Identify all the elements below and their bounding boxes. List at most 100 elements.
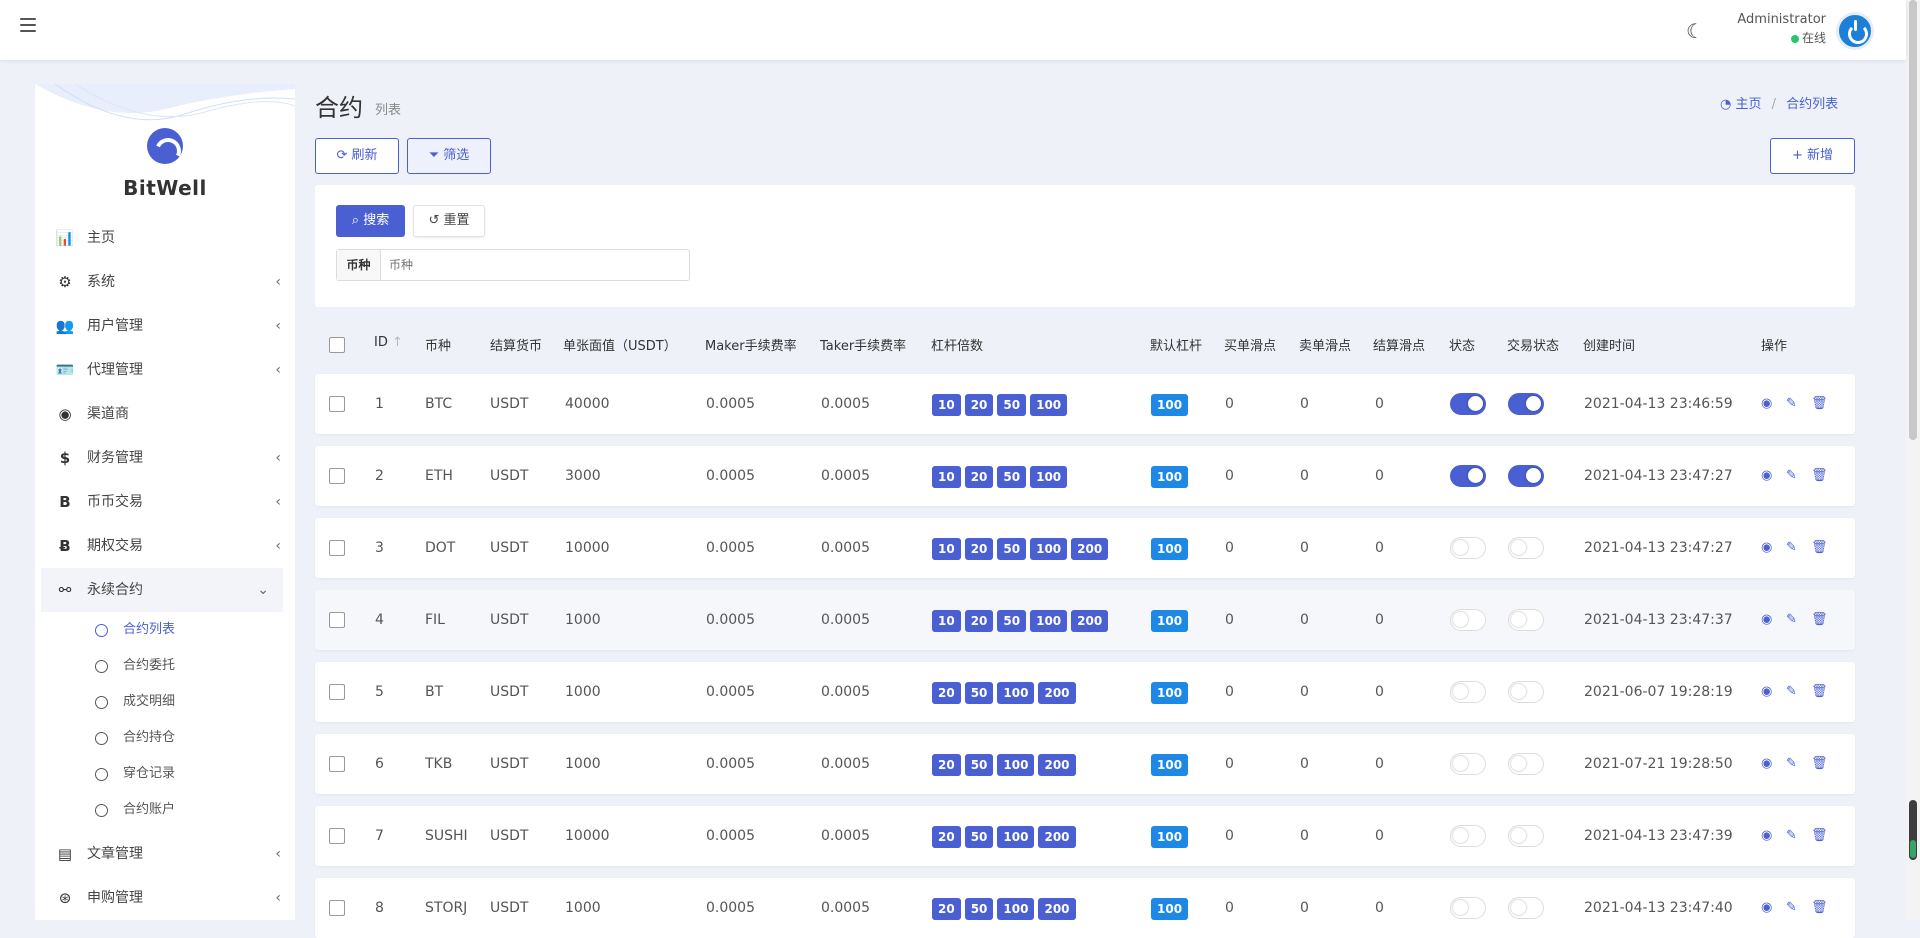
sidebar-subitem-5[interactable]: 合约账户 — [35, 792, 295, 828]
edit-icon[interactable]: ✎ — [1786, 374, 1797, 434]
cell-settle: USDT — [490, 396, 529, 412]
sidebar-item-6[interactable]: B 币币交易 ‹ — [35, 480, 295, 524]
edit-icon[interactable]: ✎ — [1786, 878, 1797, 938]
chevron-left-icon: ‹ — [275, 846, 281, 862]
status-toggle[interactable] — [1450, 825, 1486, 847]
sidebar-item-8[interactable]: ⚯ 永续合约 ⌄ — [41, 568, 283, 612]
trade-status-toggle[interactable] — [1508, 681, 1544, 703]
cell-face: 40000 — [565, 396, 610, 412]
delete-icon[interactable]: 🗑 — [1811, 374, 1828, 434]
user-info[interactable]: Administrator 在线 — [1736, 12, 1826, 46]
sidebar-subitem-2[interactable]: 成交明细 — [35, 684, 295, 720]
status-toggle[interactable] — [1450, 465, 1486, 487]
delete-icon[interactable]: 🗑 — [1811, 446, 1828, 506]
trade-status-toggle[interactable] — [1508, 609, 1544, 631]
sidebar-subitem-0[interactable]: 合约列表 — [35, 612, 295, 648]
sidebar-subitem-1[interactable]: 合约委托 — [35, 648, 295, 684]
sidebar-item-7[interactable]: Ƀ 期权交易 ‹ — [35, 524, 295, 568]
sidebar-item-0[interactable]: 📊 主页 — [35, 216, 295, 260]
sidebar-item-2[interactable]: 👥 用户管理 ‹ — [35, 304, 295, 348]
trade-status-toggle[interactable] — [1508, 393, 1544, 415]
view-icon[interactable]: ◉ — [1761, 734, 1772, 794]
dark-mode-icon[interactable]: ☾ — [1686, 20, 1708, 42]
edit-icon[interactable]: ✎ — [1786, 590, 1797, 650]
delete-icon[interactable]: 🗑 — [1811, 734, 1828, 794]
sidebar-subitem-4[interactable]: 穿仓记录 — [35, 756, 295, 792]
trade-status-toggle[interactable] — [1508, 825, 1544, 847]
cell-maker: 0.0005 — [706, 828, 755, 844]
sidebar-item-1[interactable]: ⚙ 系统 ‹ — [35, 260, 295, 304]
filter-button[interactable]: ⏷ 筛选 — [407, 138, 491, 174]
table-row[interactable]: 7 SUSHI USDT 10000 0.0005 0.0005 0 0 0 2021-04-13… — [315, 806, 1855, 866]
circle-icon — [95, 624, 108, 637]
trade-status-toggle[interactable] — [1508, 897, 1544, 919]
view-icon[interactable]: ◉ — [1761, 662, 1772, 722]
select-all-checkbox[interactable] — [329, 337, 345, 353]
trade-status-toggle[interactable] — [1508, 537, 1544, 559]
sidebar-item-3[interactable]: 🪪 代理管理 ‹ — [35, 348, 295, 392]
row-checkbox[interactable] — [329, 900, 345, 916]
cell-maker: 0.0005 — [706, 684, 755, 700]
table-row[interactable]: 6 TKB USDT 1000 0.0005 0.0005 0 0 0 2021-07-21 19… — [315, 734, 1855, 794]
sidebar-item-after-0[interactable]: ▤ 文章管理 ‹ — [35, 832, 295, 876]
cell-face: 1000 — [565, 684, 601, 700]
refresh-button[interactable]: ⟳ 刷新 — [315, 138, 399, 174]
status-toggle[interactable] — [1450, 897, 1486, 919]
view-icon[interactable]: ◉ — [1761, 446, 1772, 506]
view-icon[interactable]: ◉ — [1761, 878, 1772, 938]
avatar[interactable] — [1836, 12, 1874, 50]
cell-settle_slip: 0 — [1375, 828, 1384, 844]
row-checkbox[interactable] — [329, 828, 345, 844]
view-icon[interactable]: ◉ — [1761, 518, 1772, 578]
edit-icon[interactable]: ✎ — [1786, 446, 1797, 506]
sidebar-subitem-3[interactable]: 合约持仓 — [35, 720, 295, 756]
edit-icon[interactable]: ✎ — [1786, 734, 1797, 794]
add-button[interactable]: + 新增 — [1770, 138, 1855, 174]
page-scrollbar[interactable] — [1906, 0, 1920, 920]
table-row[interactable]: 8 STORJ USDT 1000 0.0005 0.0005 0 0 0 2021-04-13 … — [315, 878, 1855, 938]
table-row[interactable]: 4 FIL USDT 1000 0.0005 0.0005 0 0 0 2021-04-13 23… — [315, 590, 1855, 650]
cell-symbol: BTC — [425, 396, 453, 412]
trade-status-toggle[interactable] — [1508, 465, 1544, 487]
view-icon[interactable]: ◉ — [1761, 590, 1772, 650]
row-checkbox[interactable] — [329, 540, 345, 556]
edit-icon[interactable]: ✎ — [1786, 806, 1797, 866]
delete-icon[interactable]: 🗑 — [1811, 518, 1828, 578]
status-toggle[interactable] — [1450, 681, 1486, 703]
scrollbar-thumb[interactable] — [1909, 0, 1917, 440]
cell-symbol: DOT — [425, 540, 456, 556]
status-toggle[interactable] — [1450, 393, 1486, 415]
edit-icon[interactable]: ✎ — [1786, 662, 1797, 722]
table-row[interactable]: 1 BTC USDT 40000 0.0005 0.0005 0 0 0 2021-04-13 2… — [315, 374, 1855, 434]
cell-sell_slip: 0 — [1300, 828, 1309, 844]
status-toggle[interactable] — [1450, 609, 1486, 631]
sort-arrow-icon[interactable]: ↑ — [392, 335, 403, 350]
status-toggle[interactable] — [1450, 753, 1486, 775]
view-icon[interactable]: ◉ — [1761, 806, 1772, 866]
col-id[interactable]: ID ↑ — [374, 335, 403, 350]
row-checkbox[interactable] — [329, 756, 345, 772]
sidebar-item-4[interactable]: ◉ 渠道商 — [35, 392, 295, 436]
sidebar-item-after-1[interactable]: ⊛ 申购管理 ‹ — [35, 876, 295, 920]
row-checkbox[interactable] — [329, 468, 345, 484]
reset-button[interactable]: ↺ 重置 — [413, 205, 485, 237]
delete-icon[interactable]: 🗑 — [1811, 806, 1828, 866]
delete-icon[interactable]: 🗑 — [1811, 878, 1828, 938]
status-toggle[interactable] — [1450, 537, 1486, 559]
row-checkbox[interactable] — [329, 612, 345, 628]
table-row[interactable]: 2 ETH USDT 3000 0.0005 0.0005 0 0 0 2021-04-13 23… — [315, 446, 1855, 506]
edit-icon[interactable]: ✎ — [1786, 518, 1797, 578]
delete-icon[interactable]: 🗑 — [1811, 590, 1828, 650]
view-icon[interactable]: ◉ — [1761, 374, 1772, 434]
search-button[interactable]: ⌕ 搜索 — [336, 205, 405, 237]
symbol-filter-input[interactable] — [389, 250, 679, 280]
menu-toggle-icon[interactable] — [20, 18, 36, 32]
table-row[interactable]: 3 DOT USDT 10000 0.0005 0.0005 0 0 0 2021-04-13 2… — [315, 518, 1855, 578]
sidebar-item-5[interactable]: $ 财务管理 ‹ — [35, 436, 295, 480]
table-row[interactable]: 5 BT USDT 1000 0.0005 0.0005 0 0 0 2021-06-07 19:… — [315, 662, 1855, 722]
row-checkbox[interactable] — [329, 684, 345, 700]
row-checkbox[interactable] — [329, 396, 345, 412]
delete-icon[interactable]: 🗑 — [1811, 662, 1828, 722]
breadcrumb-home[interactable]: 主页 — [1735, 97, 1761, 112]
trade-status-toggle[interactable] — [1508, 753, 1544, 775]
